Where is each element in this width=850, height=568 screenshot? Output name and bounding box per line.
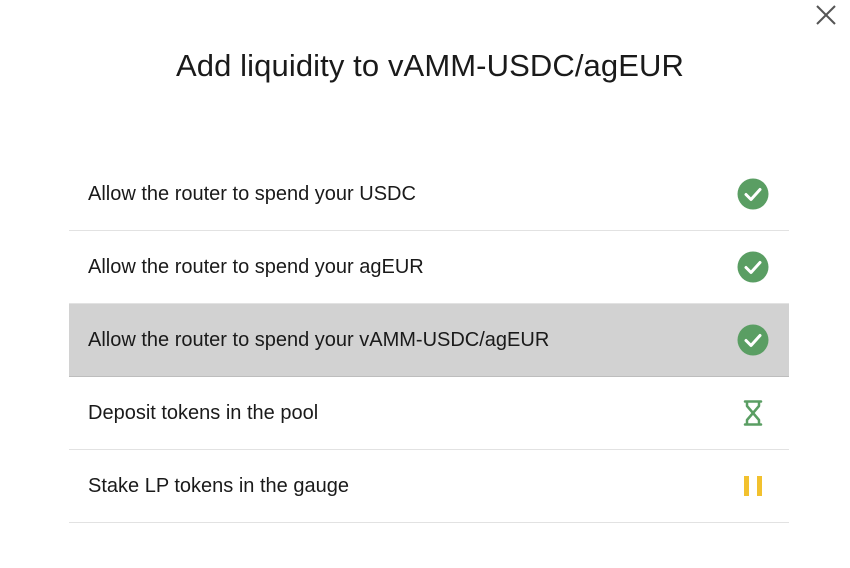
step-label: Deposit tokens in the pool — [88, 401, 319, 424]
check-circle-icon — [737, 324, 769, 356]
step-stake: Stake LP tokens in the gauge — [69, 450, 789, 523]
close-icon — [816, 5, 836, 25]
step-approve-lp-token: Allow the router to spend your vAMM-USDC… — [69, 304, 789, 377]
step-label: Stake LP tokens in the gauge — [88, 474, 349, 497]
close-button[interactable] — [814, 3, 838, 27]
step-label: Allow the router to spend your vAMM-USDC… — [88, 328, 550, 351]
step-deposit: Deposit tokens in the pool — [69, 377, 789, 450]
check-circle-icon — [737, 178, 769, 210]
dialog-title: Add liquidity to vAMM-USDC/agEUR — [176, 48, 684, 83]
step-label: Allow the router to spend your USDC — [88, 182, 416, 205]
add-liquidity-dialog: Add liquidity to vAMM-USDC/agEUR Allow t… — [0, 0, 850, 568]
hourglass-icon — [737, 397, 769, 429]
check-circle-icon — [737, 251, 769, 283]
step-approve-usdc: Allow the router to spend your USDC — [69, 158, 789, 231]
steps-list: Allow the router to spend your USDC Allo… — [69, 158, 789, 523]
step-approve-ageur: Allow the router to spend your agEUR — [69, 231, 789, 304]
step-label: Allow the router to spend your agEUR — [88, 255, 424, 278]
pause-icon — [737, 470, 769, 502]
